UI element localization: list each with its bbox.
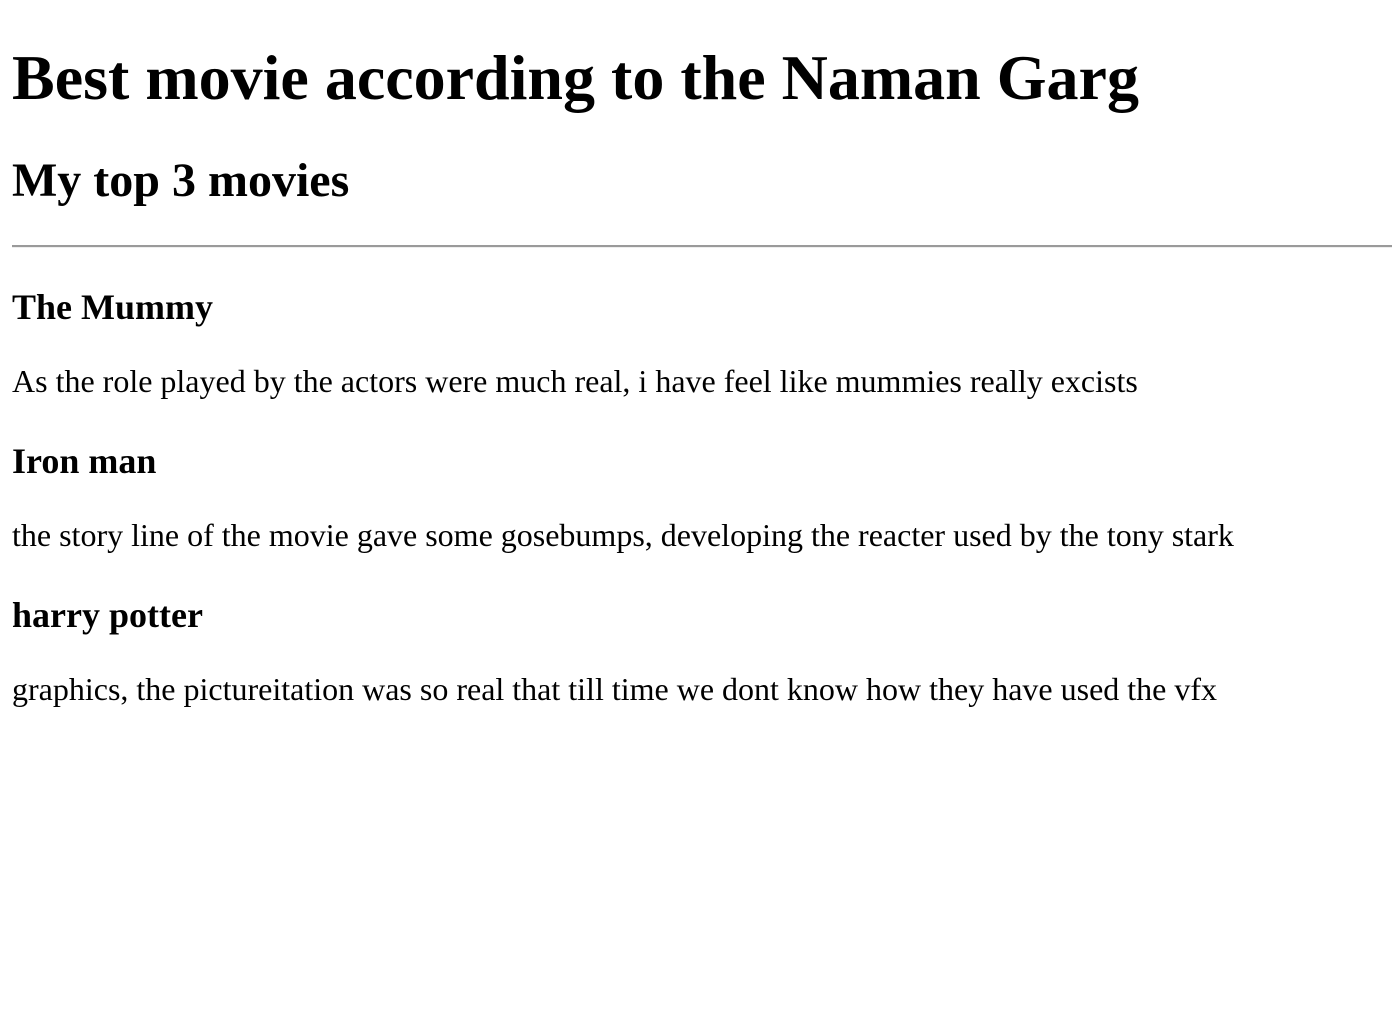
movie-item-the-mummy: The Mummy As the role played by the acto… — [12, 286, 1392, 400]
page-content: Best movie according to the Naman Garg M… — [0, 0, 1392, 708]
page-title: Best movie according to the Naman Garg — [12, 42, 1139, 113]
movie-item-iron-man: Iron man the story line of the movie gav… — [12, 440, 1392, 554]
page-subtitle: My top 3 movies — [12, 154, 350, 207]
movie-item-harry-potter: harry potter graphics, the pictureitatio… — [12, 594, 1392, 708]
movie-title: The Mummy — [12, 287, 213, 327]
movie-title: harry potter — [12, 595, 203, 635]
movie-list: The Mummy As the role played by the acto… — [12, 286, 1392, 708]
movie-description: As the role played by the actors were mu… — [12, 363, 1138, 399]
movie-description: graphics, the pictureitation was so real… — [12, 671, 1218, 707]
movie-title: Iron man — [12, 441, 157, 481]
movie-description: the story line of the movie gave some go… — [12, 517, 1234, 553]
divider — [12, 245, 1392, 248]
